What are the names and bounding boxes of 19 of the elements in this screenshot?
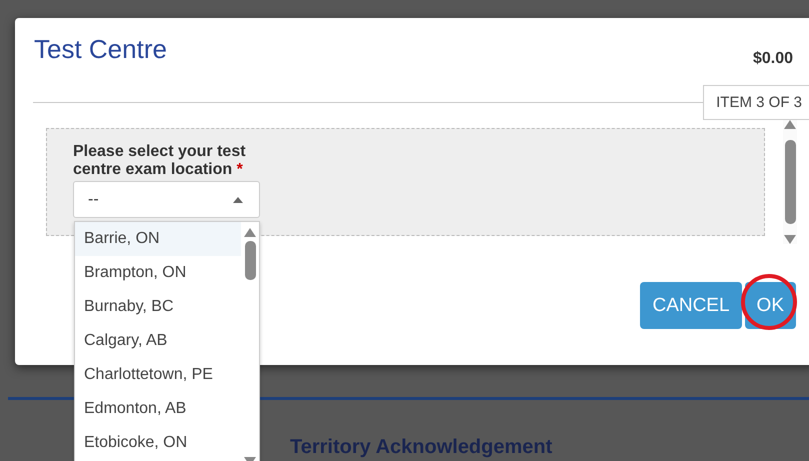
dropdown-option[interactable]: Burnaby, BC <box>75 290 241 324</box>
dropdown-option[interactable]: Etobicoke, ON <box>75 426 241 460</box>
dropdown-option[interactable]: Charlottetown, PE <box>75 358 241 392</box>
scrollbar[interactable] <box>783 120 797 244</box>
price: $0.00 <box>752 50 793 68</box>
caret-icon <box>233 196 243 202</box>
scroll-up-icon[interactable] <box>244 228 256 237</box>
scroll-down-icon[interactable] <box>784 235 796 244</box>
field-label: Please select your test centre exam location * <box>73 143 247 179</box>
dropdown-option[interactable]: Edmonton, AB <box>75 392 241 426</box>
item-counter: ITEM 3 OF 3 <box>703 85 809 120</box>
section-heading: Territory Acknowledgement <box>290 436 552 459</box>
dropdown-option[interactable]: Brampton, ON <box>75 256 241 290</box>
dropdown-option[interactable]: Barrie, ON <box>75 222 241 256</box>
scroll-thumb[interactable] <box>784 140 796 224</box>
dialog-title: Test Centre <box>34 33 167 65</box>
dropdown-option[interactable]: Calgary, AB <box>75 324 241 358</box>
scroll-thumb[interactable] <box>244 241 256 280</box>
location-dropdown[interactable]: -- <box>73 181 260 218</box>
